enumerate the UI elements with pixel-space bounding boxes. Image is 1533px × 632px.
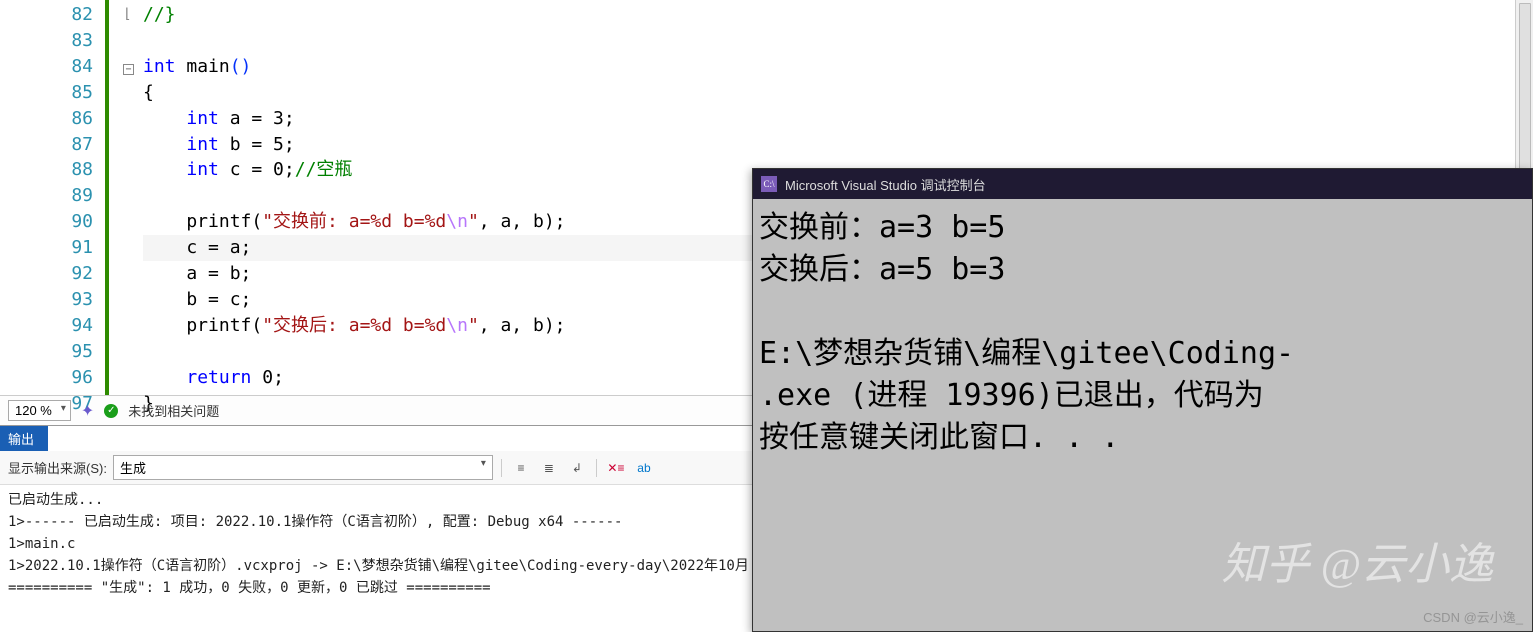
console-output[interactable]: 交换前：a=3 b=5 交换后：a=5 b=3 E:\梦想杂货铺\编程\gite…	[753, 199, 1532, 467]
lightbulb-icon[interactable]: ✦	[81, 401, 94, 421]
output-tab[interactable]: 输出	[0, 426, 48, 451]
console-titlebar[interactable]: C:\ Microsoft Visual Studio 调试控制台	[753, 169, 1532, 199]
wrap-icon[interactable]: ↲	[566, 457, 588, 479]
check-icon: ✓	[104, 404, 118, 418]
output-source-label: 显示输出来源(S):	[8, 458, 107, 477]
indent-left-icon[interactable]: ≡	[510, 457, 532, 479]
indent-right-icon[interactable]: ≣	[538, 457, 560, 479]
clear-icon[interactable]: ✕≡	[605, 457, 627, 479]
output-source-select[interactable]: 生成	[113, 455, 493, 480]
fold-column[interactable]: ⌊−	[123, 0, 139, 395]
console-app-icon: C:\	[761, 176, 777, 192]
change-margin	[105, 0, 123, 395]
toggle-icon[interactable]: ab	[633, 457, 655, 479]
debug-console-window[interactable]: C:\ Microsoft Visual Studio 调试控制台 交换前：a=…	[752, 168, 1533, 632]
line-number-gutter: 82838485868788899091929394959697	[0, 0, 105, 395]
console-title-text: Microsoft Visual Studio 调试控制台	[785, 175, 986, 194]
problems-status: 未找到相关问题	[128, 401, 219, 420]
zoom-dropdown[interactable]: 120 %	[8, 400, 71, 421]
